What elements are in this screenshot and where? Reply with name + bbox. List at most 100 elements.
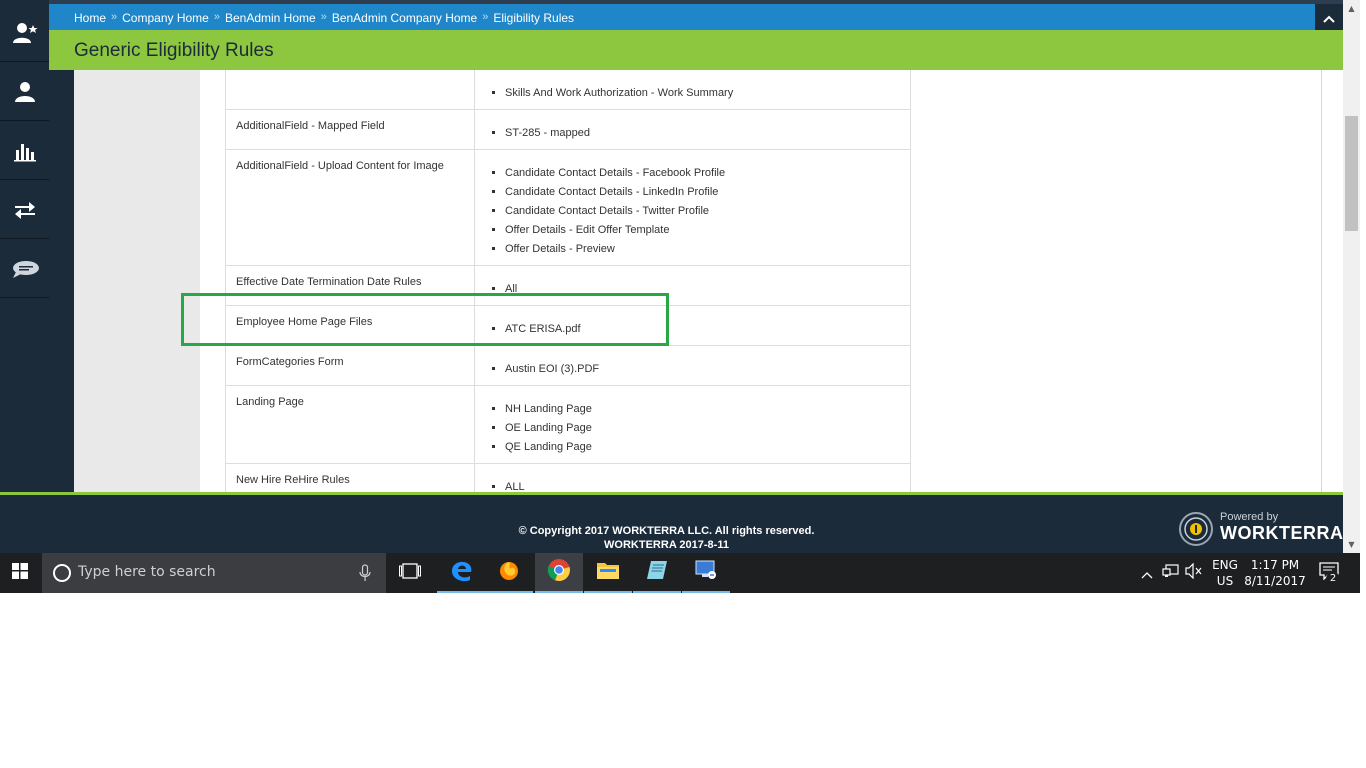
rule-values-list: Candidate Contact Details - Facebook Pro… [485,164,900,259]
list-item: Offer Details - Preview [505,240,900,259]
browser-viewport: Home » Company Home » BenAdmin Home » Be… [0,0,1366,553]
sidebar-item-messages[interactable] [0,240,49,298]
list-item: All [505,280,900,299]
sidebar-item-transfer[interactable] [0,181,49,239]
user-icon [13,80,37,104]
sidebar-item-reports[interactable] [0,122,49,180]
rule-values-cell: NH Landing PageOE Landing PageQE Landing… [474,385,911,464]
list-item: ATC ERISA.pdf [505,320,900,339]
rule-values-cell: ATC ERISA.pdf [474,305,911,346]
language-code: ENG [1212,558,1238,572]
breadcrumb-company-home[interactable]: Company Home [122,11,209,25]
header-bar: Home » Company Home » BenAdmin Home » Be… [49,0,1343,30]
folder-icon [596,560,620,584]
windows-logo-icon [12,563,28,583]
scroll-down-arrow[interactable]: ▼ [1343,536,1360,553]
task-view-icon [399,563,421,583]
taskbar-firefox[interactable] [485,553,533,593]
table-row: Effective Date Termination Date Rules All [225,265,911,306]
table-row: FormCategories Form Austin EOI (3).PDF [225,345,911,386]
rule-name-cell: Effective Date Termination Date Rules [225,265,475,306]
edge-browser-icon [449,558,473,586]
bar-chart-icon [13,140,36,162]
notepad-icon [645,559,669,585]
rule-values-cell: ST-285 - mapped [474,109,911,150]
microphone-icon[interactable] [359,564,371,586]
rule-name-cell: Landing Page [225,385,475,464]
notification-count-badge: 2 [1326,572,1340,586]
rule-name-cell: AdditionalField - Mapped Field [225,109,475,150]
cortana-circle-icon [52,563,72,587]
workterra-logo-icon [1178,511,1214,551]
chevron-up-icon [1323,8,1335,27]
rule-values-list: ATC ERISA.pdf [485,320,900,339]
rule-name-cell: FormCategories Form [225,345,475,386]
rule-values-cell: All [474,265,911,306]
rule-name-cell: New Hire ReHire Rules [225,463,475,492]
table-row: Employee Home Page Files ATC ERISA.pdf [225,305,911,346]
taskbar-notepad[interactable] [633,553,681,593]
sidebar-item-user[interactable] [0,63,49,121]
copyright-text: © Copyright 2017 WORKTERRA LLC. All righ… [518,525,815,537]
list-item: Skills And Work Authorization - Work Sum… [505,84,900,103]
content-gutter [49,70,74,492]
task-view-button[interactable] [386,553,434,593]
rule-values-list: ALL [485,478,900,492]
taskbar-chrome[interactable] [535,553,583,593]
breadcrumb-benadmin-home[interactable]: BenAdmin Home [225,11,316,25]
page-title: Generic Eligibility Rules [74,40,274,61]
rule-values-list: NH Landing PageOE Landing PageQE Landing… [485,400,900,457]
sidebar-item-user-star[interactable] [0,4,49,62]
search-placeholder: Type here to search [78,564,216,580]
rule-values-cell: Skills And Work Authorization - Work Sum… [474,70,911,110]
transfer-arrows-icon [13,199,37,221]
taskbar-remote-desktop[interactable] [682,553,730,593]
chat-bubble-icon [10,259,40,279]
triangle-up-icon: ▲ [1348,4,1355,13]
list-item: ALL [505,478,900,492]
list-item: NH Landing Page [505,400,900,419]
taskbar-file-explorer[interactable] [584,553,632,593]
taskbar-search-input[interactable]: Type here to search [42,553,386,593]
clock[interactable]: 1:17 PM 8/11/2017 [1244,557,1306,589]
list-item: Offer Details - Edit Offer Template [505,221,900,240]
breadcrumb-benadmin-company-home[interactable]: BenAdmin Company Home [332,11,477,25]
rule-name-cell: Employee Home Page Files [225,305,475,346]
start-button[interactable] [0,553,40,593]
content-gutter [1322,70,1343,492]
rule-name-cell [225,70,475,110]
rule-values-list: ST-285 - mapped [485,124,900,143]
footer: © Copyright 2017 WORKTERRA LLC. All righ… [0,492,1343,553]
scrollbar-thumb[interactable] [1345,116,1358,231]
clock-date: 8/11/2017 [1244,574,1306,588]
version-text: WORKTERRA 2017-8-11 [604,539,729,551]
list-item: Candidate Contact Details - Twitter Prof… [505,202,900,221]
breadcrumb-separator: » [213,11,220,23]
eligibility-rules-table: Skills And Work Authorization - Work Sum… [225,70,911,492]
taskbar-edge[interactable] [437,553,485,593]
breadcrumb-separator: » [111,11,118,23]
powered-by-logo: Powered by WORKTERRA [1178,509,1343,551]
list-item: Austin EOI (3).PDF [505,360,900,379]
volume-control[interactable] [1184,553,1204,593]
list-item: ST-285 - mapped [505,124,900,143]
remote-desktop-icon [694,559,718,585]
show-hidden-icons-button[interactable] [1138,553,1156,593]
table-row: Landing PageNH Landing PageOE Landing Pa… [225,385,911,464]
region-code: US [1216,574,1234,588]
breadcrumb-home[interactable]: Home [74,11,106,25]
left-column [74,70,200,492]
rule-values-cell: ALL [474,463,911,492]
input-language-indicator[interactable]: ENG US [1208,557,1242,589]
table-row: Skills And Work Authorization - Work Sum… [225,70,911,110]
rule-values-cell: Austin EOI (3).PDF [474,345,911,386]
main-content: Skills And Work Authorization - Work Sum… [49,70,1343,492]
scroll-up-arrow[interactable]: ▲ [1343,0,1360,17]
breadcrumb-separator: » [320,11,327,23]
list-item: QE Landing Page [505,438,900,457]
rule-values-list: Austin EOI (3).PDF [485,360,900,379]
network-status[interactable] [1160,553,1182,593]
scroll-to-top-button[interactable] [1315,4,1343,30]
vertical-scrollbar[interactable]: ▲ ▼ [1343,0,1360,553]
chevron-up-icon [1141,564,1153,583]
